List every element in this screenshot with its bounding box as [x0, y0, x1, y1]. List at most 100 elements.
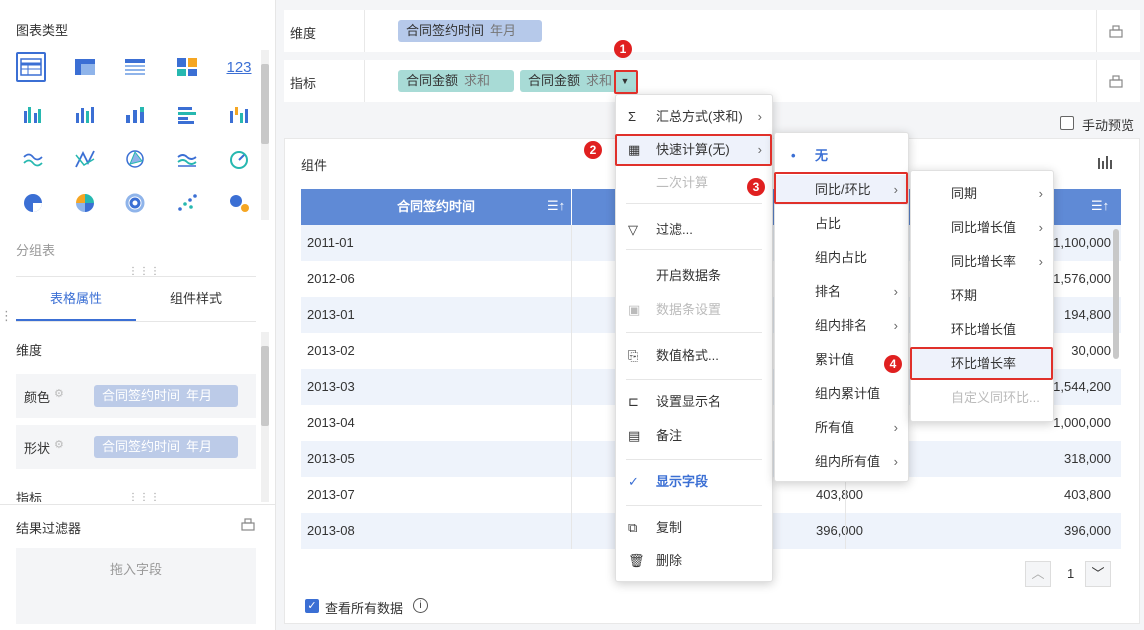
cross-table-icon[interactable]	[70, 52, 100, 82]
cell-value: 1,100,000	[1053, 235, 1111, 250]
menu-item-data-bar-settings[interactable]: ▣ 数据条设置	[616, 295, 772, 325]
cell-value: 194,800	[1064, 307, 1111, 322]
dimension-section-label: 维度	[16, 343, 43, 358]
highlight-box	[910, 347, 1053, 380]
highlight-box	[615, 134, 772, 166]
filter-icon: ▽	[628, 222, 638, 237]
step-badge-4: 4	[884, 355, 902, 373]
property-tabs: 表格属性 组件样式	[16, 276, 256, 322]
submenu-item-group-rank[interactable]: 组内排名 ›	[775, 311, 908, 341]
number-icon[interactable]: 123	[224, 52, 254, 82]
cell-date: 2011-01	[307, 235, 354, 250]
menu-item-copy[interactable]: ⧉ 复制	[616, 513, 772, 543]
cell-date: 2013-08	[307, 523, 355, 538]
menu-item-number-format[interactable]: ⎘ 数值格式...	[616, 341, 772, 371]
tab-widget-style[interactable]: 组件样式	[136, 277, 256, 321]
drop-field-area[interactable]: 拖入字段	[16, 548, 256, 624]
menu-item-delete[interactable]: 🗑 删除	[616, 546, 772, 576]
side-drag-icon[interactable]: ⋮	[0, 308, 13, 324]
dimension-settings-icon[interactable]	[1108, 23, 1124, 42]
area-chart-icon[interactable]	[172, 144, 202, 174]
widget-title: 组件	[301, 158, 328, 173]
color-field-pill[interactable]: 合同签约时间 年月	[94, 385, 238, 407]
submenu-item-group-cumulative[interactable]: 组内累计值	[775, 379, 908, 409]
submenu-item-rank[interactable]: 排名 ›	[775, 277, 908, 307]
highlight-box	[774, 172, 908, 204]
color-row: 颜色 ⚙ 合同签约时间 年月	[16, 374, 256, 418]
info-icon[interactable]: i	[413, 598, 428, 613]
radar-line-icon[interactable]	[70, 144, 100, 174]
step-badge-2: 2	[584, 141, 602, 159]
divider	[0, 504, 276, 505]
chart-type-title: 图表类型	[16, 23, 69, 38]
gauge-icon[interactable]	[224, 144, 254, 174]
sort-icon[interactable]: ☰↑	[547, 198, 565, 214]
field-context-menu: Σ 汇总方式(求和) › ▦ 快速计算(无) › 二次计算 ▽ 过滤... 开启数据条 ▣…	[615, 94, 773, 582]
submenu-item-prev-period[interactable]: 环期	[911, 281, 1053, 311]
column-chart-icon[interactable]	[70, 100, 100, 130]
shape-field-pill[interactable]: 合同签约时间 年月	[94, 436, 238, 458]
cell-value: 30,000	[1071, 343, 1111, 358]
menu-item-data-bar[interactable]: 开启数据条	[616, 261, 772, 291]
sort-icon[interactable]: ☰↑	[1091, 198, 1109, 214]
bar-chart-icon[interactable]	[172, 100, 202, 130]
highlight-box	[614, 70, 638, 94]
page-next-button[interactable]: ﹀	[1085, 561, 1111, 587]
detail-table-icon[interactable]	[120, 52, 150, 82]
step-badge-3: 3	[747, 178, 765, 196]
submenu-item-group-ratio[interactable]: 组内占比	[775, 243, 908, 273]
submenu-item-yoy-growth-value[interactable]: 同比增长值 ›	[911, 213, 1053, 243]
radar-chart-icon[interactable]	[120, 144, 150, 174]
cell-value: 396,000	[816, 523, 863, 538]
waterfall-icon[interactable]	[224, 100, 254, 130]
line-chart-icon[interactable]	[18, 144, 48, 174]
header-col-date[interactable]: 合同签约时间	[301, 189, 571, 225]
manual-preview-checkbox[interactable]	[1060, 116, 1074, 130]
submenu-item-mom-growth-value[interactable]: 环比增长值	[911, 315, 1053, 345]
properties-scrollbar[interactable]	[261, 332, 269, 502]
filter-settings-icon[interactable]	[240, 516, 256, 535]
submenu-item-none[interactable]: • 无	[775, 141, 908, 171]
widget-chart-icon[interactable]	[1097, 155, 1113, 174]
submenu-item-ratio[interactable]: 占比	[775, 209, 908, 239]
shape-label: 形状	[24, 441, 51, 456]
page-prev-button[interactable]: ︿	[1025, 561, 1051, 587]
indicator-settings-icon[interactable]	[1108, 73, 1124, 92]
resize-handle-icon[interactable]: ⋮⋮⋮	[128, 492, 161, 503]
submenu-item-same-period[interactable]: 同期 ›	[911, 179, 1053, 209]
cell-date: 2012-06	[307, 271, 355, 286]
indicator-label: 指标	[290, 76, 317, 91]
tab-table-properties[interactable]: 表格属性	[16, 277, 136, 321]
submenu-item-custom-yoy[interactable]: 自定义同环比...	[911, 383, 1053, 413]
dimension-field-pill[interactable]: 合同签约时间 年月	[398, 20, 542, 42]
submenu-item-group-all-values[interactable]: 组内所有值 ›	[775, 447, 908, 477]
bubble-chart-icon[interactable]	[224, 188, 254, 218]
cell-date: 2013-01	[307, 307, 355, 322]
submenu-item-all-values[interactable]: 所有值 ›	[775, 413, 908, 443]
indicator-field-pill[interactable]: 合同金额 求和	[398, 70, 514, 92]
rose-chart-icon[interactable]	[70, 188, 100, 218]
menu-item-summary[interactable]: Σ 汇总方式(求和) ›	[616, 102, 772, 132]
stacked-column-icon[interactable]	[120, 100, 150, 130]
view-all-checkbox[interactable]: ✓	[305, 599, 319, 613]
table-chart-icon[interactable]	[16, 52, 46, 82]
step-badge-1: 1	[614, 40, 632, 58]
table-scrollbar[interactable]	[1113, 229, 1119, 359]
scatter-chart-icon[interactable]	[172, 188, 202, 218]
kpi-card-icon[interactable]	[172, 52, 202, 82]
menu-item-note[interactable]: ▤ 备注	[616, 421, 772, 451]
gear-icon[interactable]: ⚙	[54, 387, 64, 400]
menu-item-display-name[interactable]: ⊏ 设置显示名	[616, 387, 772, 417]
ring-chart-icon[interactable]	[120, 188, 150, 218]
color-label: 颜色	[24, 390, 51, 405]
gear-icon[interactable]: ⚙	[54, 438, 64, 451]
yoy-mom-submenu: 同期 › 同比增长值 › 同比增长率 › 环期 环比增长值 环比增长率 自定义同环比.…	[910, 170, 1054, 422]
chart-types-scrollbar[interactable]	[261, 50, 269, 220]
menu-item-show-field[interactable]: ✓ 显示字段	[616, 467, 772, 497]
note-icon: ▤	[628, 428, 641, 443]
pie-chart-icon[interactable]	[18, 188, 48, 218]
menu-item-filter[interactable]: ▽ 过滤...	[616, 215, 772, 245]
dimension-bar: 维度 合同签约时间 年月	[284, 10, 1140, 52]
grouped-bar-icon[interactable]	[18, 100, 48, 130]
submenu-item-yoy-growth-rate[interactable]: 同比增长率 ›	[911, 247, 1053, 277]
